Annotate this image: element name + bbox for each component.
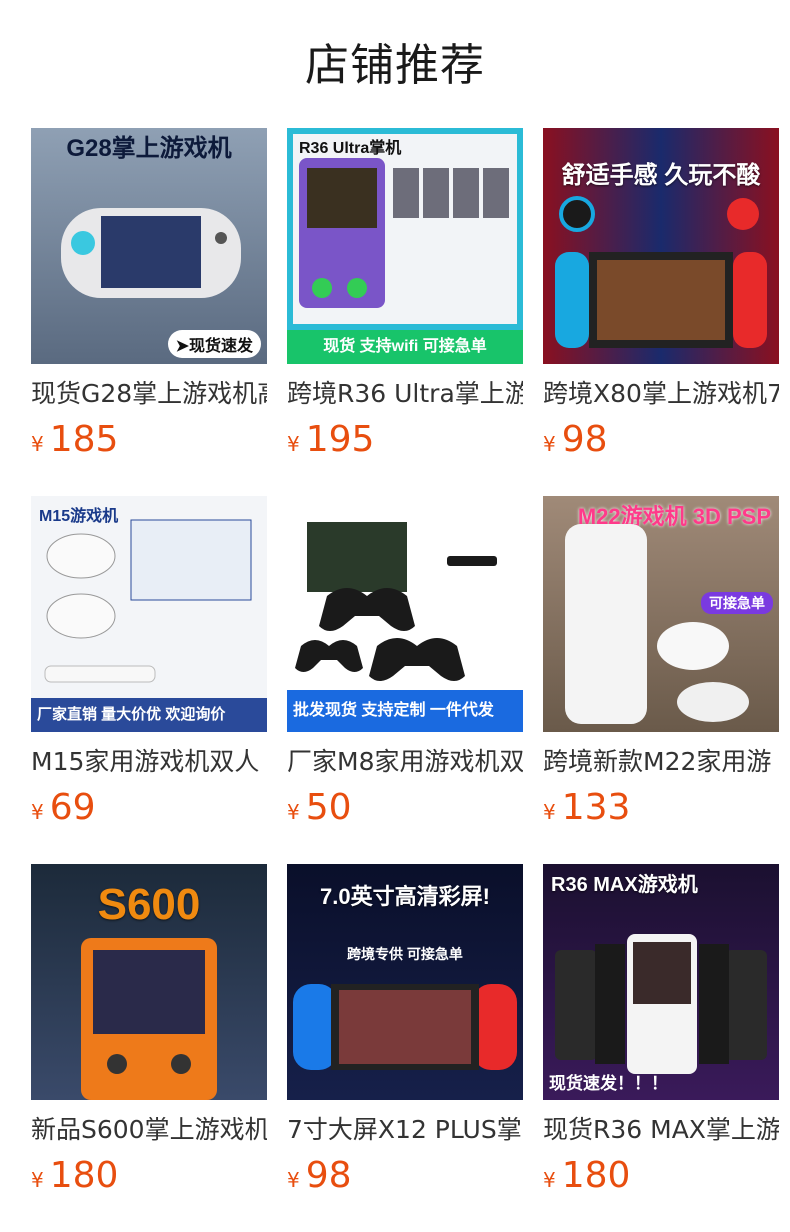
- product-image[interactable]: M15游戏机 厂家直销 量大价优 欢迎询价: [31, 496, 267, 732]
- product-card[interactable]: M22游戏机 3D PSP 可接急单 跨境新款M22家用游 ¥133: [543, 496, 779, 830]
- product-card[interactable]: 舒适手感 久玩不酸 跨境X80掌上游戏机7 ¥98: [543, 128, 779, 462]
- product-image[interactable]: 舒适手感 久玩不酸: [543, 128, 779, 364]
- product-image[interactable]: G28掌上游戏机 ➤现货速发: [31, 128, 267, 364]
- product-price: ¥98: [543, 419, 608, 460]
- product-name[interactable]: 现货G28掌上游戏机高: [31, 378, 267, 410]
- image-badge: 跨境专供 可接急单: [347, 946, 463, 962]
- image-badge: 现货速发！！！: [549, 1074, 668, 1093]
- game-console-illustration: [293, 984, 517, 1070]
- product-name[interactable]: 跨境X80掌上游戏机7: [543, 378, 779, 410]
- product-price: ¥180: [543, 1155, 631, 1196]
- game-console-illustration: [555, 934, 767, 1074]
- product-name[interactable]: 厂家M8家用游戏机双: [287, 746, 523, 778]
- image-badge: 现货 支持wifi 可接急单: [287, 330, 523, 364]
- game-console-illustration: [81, 938, 217, 1100]
- product-name[interactable]: 跨境R36 Ultra掌上游: [287, 378, 523, 410]
- image-badge: ➤现货速发: [167, 330, 261, 358]
- product-price: ¥133: [543, 787, 631, 828]
- game-console-illustration: [565, 524, 749, 724]
- product-name[interactable]: 7寸大屏X12 PLUS掌: [287, 1114, 523, 1146]
- game-console-illustration: [299, 158, 509, 308]
- game-console-illustration: [555, 196, 767, 348]
- product-image[interactable]: 7.0英寸高清彩屏! 跨境专供 可接急单: [287, 864, 523, 1100]
- product-card[interactable]: R36 MAX游戏机 现货速发！！！ 现货R36 MAX掌上游 ¥180: [543, 864, 779, 1198]
- image-badge: 厂家直销 量大价优 欢迎询价: [31, 698, 267, 732]
- game-console-illustration: [61, 208, 241, 298]
- product-card[interactable]: 批发现货 支持定制 一件代发 厂家M8家用游戏机双 ¥50: [287, 496, 523, 830]
- product-price: ¥98: [287, 1155, 352, 1196]
- product-card[interactable]: M15游戏机 厂家直销 量大价优 欢迎询价 M15家用游戏机双人 ¥69: [31, 496, 267, 830]
- product-price: ¥180: [31, 1155, 119, 1196]
- product-name[interactable]: 新品S600掌上游戏机: [31, 1114, 267, 1146]
- product-image[interactable]: 批发现货 支持定制 一件代发: [287, 496, 523, 732]
- product-card[interactable]: S600 新品S600掌上游戏机 ¥180: [31, 864, 267, 1198]
- image-badge: 批发现货 支持定制 一件代发: [287, 690, 523, 732]
- product-image[interactable]: M22游戏机 3D PSP 可接急单: [543, 496, 779, 732]
- product-name[interactable]: 跨境新款M22家用游: [543, 746, 779, 778]
- product-price: ¥69: [31, 787, 96, 828]
- product-price: ¥185: [31, 419, 119, 460]
- product-name[interactable]: 现货R36 MAX掌上游: [543, 1114, 779, 1146]
- product-image[interactable]: S600: [31, 864, 267, 1100]
- product-image[interactable]: R36 MAX游戏机 现货速发！！！: [543, 864, 779, 1100]
- product-card[interactable]: R36 Ultra掌机 现货 支持wifi 可接急单 跨境R36 Ultra掌上…: [287, 128, 523, 462]
- product-card[interactable]: G28掌上游戏机 ➤现货速发 现货G28掌上游戏机高 ¥185: [31, 128, 267, 462]
- game-console-illustration: [44, 519, 252, 683]
- product-name[interactable]: M15家用游戏机双人: [31, 746, 267, 778]
- image-badge: 可接急单: [701, 592, 773, 614]
- product-price: ¥50: [287, 787, 352, 828]
- product-card[interactable]: 7.0英寸高清彩屏! 跨境专供 可接急单 7寸大屏X12 PLUS掌 ¥98: [287, 864, 523, 1198]
- product-image[interactable]: R36 Ultra掌机 现货 支持wifi 可接急单: [287, 128, 523, 364]
- product-price: ¥195: [287, 419, 375, 460]
- page-title: 店铺推荐: [305, 40, 485, 91]
